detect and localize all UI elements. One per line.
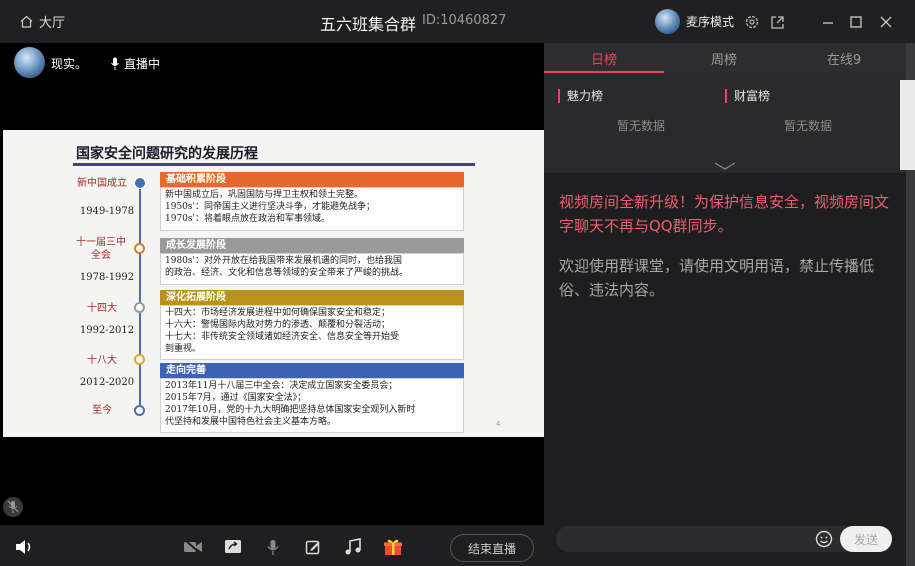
timeline-dot	[134, 405, 145, 416]
stage-line: 十六大：警惕国际内敌对势力的渗透、颠覆和分裂活动；	[165, 320, 391, 330]
send-button[interactable]: 发送	[840, 526, 892, 552]
slide-title-rule	[73, 163, 475, 166]
stage-line: 十七大：非传统安全领域诸如经济安全、信息安全等开始受	[165, 332, 400, 342]
timeline-year: 2012-2020	[79, 377, 135, 388]
mic-icon	[111, 57, 119, 70]
stage-line: 1950s'：同帝国主义进行坚决斗争，才能避免战争；	[165, 202, 375, 212]
mode-selector[interactable]: 麦序模式	[686, 13, 734, 30]
screen-share-icon[interactable]	[223, 538, 243, 556]
timeline-label: 至今	[92, 405, 112, 416]
stage-line: 2015年7月，通过《国家安全法》；	[165, 393, 307, 403]
emoji-icon[interactable]	[815, 530, 833, 548]
stage-line: 1970s'：将着眼点放在政治和军事领域。	[165, 214, 330, 224]
stage-body: 2013年11月十八届三中全会：决定成立国家安全委员会； 2015年7月，通过《…	[160, 378, 464, 433]
room-title: 五六班集合群	[320, 15, 417, 34]
speaker-icon[interactable]	[14, 538, 34, 556]
wealth-ranking-title: 财富榜	[725, 89, 770, 103]
live-status-label: 直播中	[124, 57, 161, 71]
chevron-down-icon[interactable]	[714, 157, 736, 176]
gift-icon[interactable]	[383, 538, 403, 556]
timeline-dot	[134, 354, 145, 365]
host-name: 现实。	[51, 57, 88, 71]
background-window-fragment	[900, 80, 915, 170]
end-live-button[interactable]: 结束直播	[450, 534, 534, 562]
maximize-icon[interactable]	[847, 13, 865, 31]
user-avatar[interactable]	[655, 9, 680, 34]
stage-body: 新中国成立后，巩固国防与捍卫主权和领土完整。 1950s'：同帝国主义进行坚决斗…	[160, 187, 464, 231]
minimize-icon[interactable]	[819, 13, 837, 31]
stage-body: 1980s'：对外开放在给我国带来发展机遇的同时，也给我国 的政治、经济、文化和…	[160, 253, 464, 285]
stage-line: 十四大：市场经济发展进程中如何确保国家安全和稳定；	[165, 308, 391, 318]
timeline-year: 1949-1978	[79, 206, 135, 217]
slide-title: 国家安全问题研究的发展历程	[76, 146, 258, 162]
charm-ranking-title: 魅力榜	[558, 89, 603, 103]
music-icon[interactable]	[343, 538, 363, 556]
timeline-label: 十一届三中全会	[76, 237, 126, 261]
home-label: 大厅	[39, 16, 66, 31]
stage-line: 到重视。	[165, 344, 202, 354]
stage-heading: 基础积累阶段	[160, 172, 464, 187]
timeline-dot	[134, 302, 145, 313]
timeline-label: 十四大	[87, 303, 117, 314]
charm-ranking-empty: 暂无数据	[617, 119, 666, 133]
stage-body: 十四大：市场经济发展进程中如何确保国家安全和稳定； 十六大：警惕国际内敌对势力的…	[160, 305, 464, 360]
stage-heading: 走向完善	[160, 363, 464, 378]
stage-line: 新中国成立后，巩固国防与捍卫主权和领土完整。	[165, 190, 364, 200]
room-id: ID:10460827	[422, 13, 507, 28]
tab-weekly[interactable]: 周榜	[664, 43, 784, 73]
timeline-year: 1992-2012	[79, 325, 135, 336]
stage-line: 1980s'：对外开放在给我国带来发展机遇的同时，也给我国	[165, 256, 402, 266]
settings-icon[interactable]	[743, 13, 761, 31]
stage-line: 2013年11月十八届三中全会：决定成立国家安全委员会；	[165, 381, 398, 391]
stage-line: 代坚持和发展中国特色社会主义基本方略。	[165, 417, 337, 427]
live-status: 直播中	[110, 55, 160, 72]
tab-daily[interactable]: 日榜	[544, 43, 664, 73]
timeline-label: 十八大	[87, 355, 117, 366]
home-icon	[20, 15, 33, 28]
mic-icon[interactable]	[263, 538, 283, 556]
stage-heading: 深化拓展阶段	[160, 290, 464, 305]
welcome-message: 欢迎使用群课堂，请使用文明用语，禁止传播低俗、违法内容。	[559, 257, 875, 299]
mic-muted-icon[interactable]	[3, 497, 23, 517]
stage-heading: 成长发展阶段	[160, 238, 464, 253]
popout-icon[interactable]	[768, 13, 786, 31]
whiteboard-icon[interactable]	[303, 538, 323, 556]
close-icon[interactable]	[877, 13, 895, 31]
home-button[interactable]: 大厅	[20, 12, 65, 31]
slide-page-number: 4	[496, 420, 501, 428]
tab-online[interactable]: 在线9	[784, 43, 904, 73]
wealth-ranking-empty: 暂无数据	[784, 119, 833, 133]
host-avatar[interactable]	[14, 47, 45, 78]
ranking-tabs: 日榜 周榜 在线9	[544, 43, 906, 73]
timeline-dot	[134, 243, 145, 254]
stage-line: 2017年10月，党的十九大明确把坚持总体国家安全观列入新时	[165, 405, 416, 415]
timeline-dot	[134, 177, 146, 189]
timeline-label: 新中国成立	[77, 178, 127, 189]
timeline-year: 1978-1992	[79, 272, 135, 283]
system-notice: 视频房间全新升级！为保护信息安全，视频房间文字聊天不再与QQ群同步。	[559, 193, 890, 235]
camera-off-icon[interactable]	[183, 538, 203, 556]
stage-line: 的政治、经济、文化和信息等领域的安全带来了严峻的挑战。	[165, 268, 409, 278]
